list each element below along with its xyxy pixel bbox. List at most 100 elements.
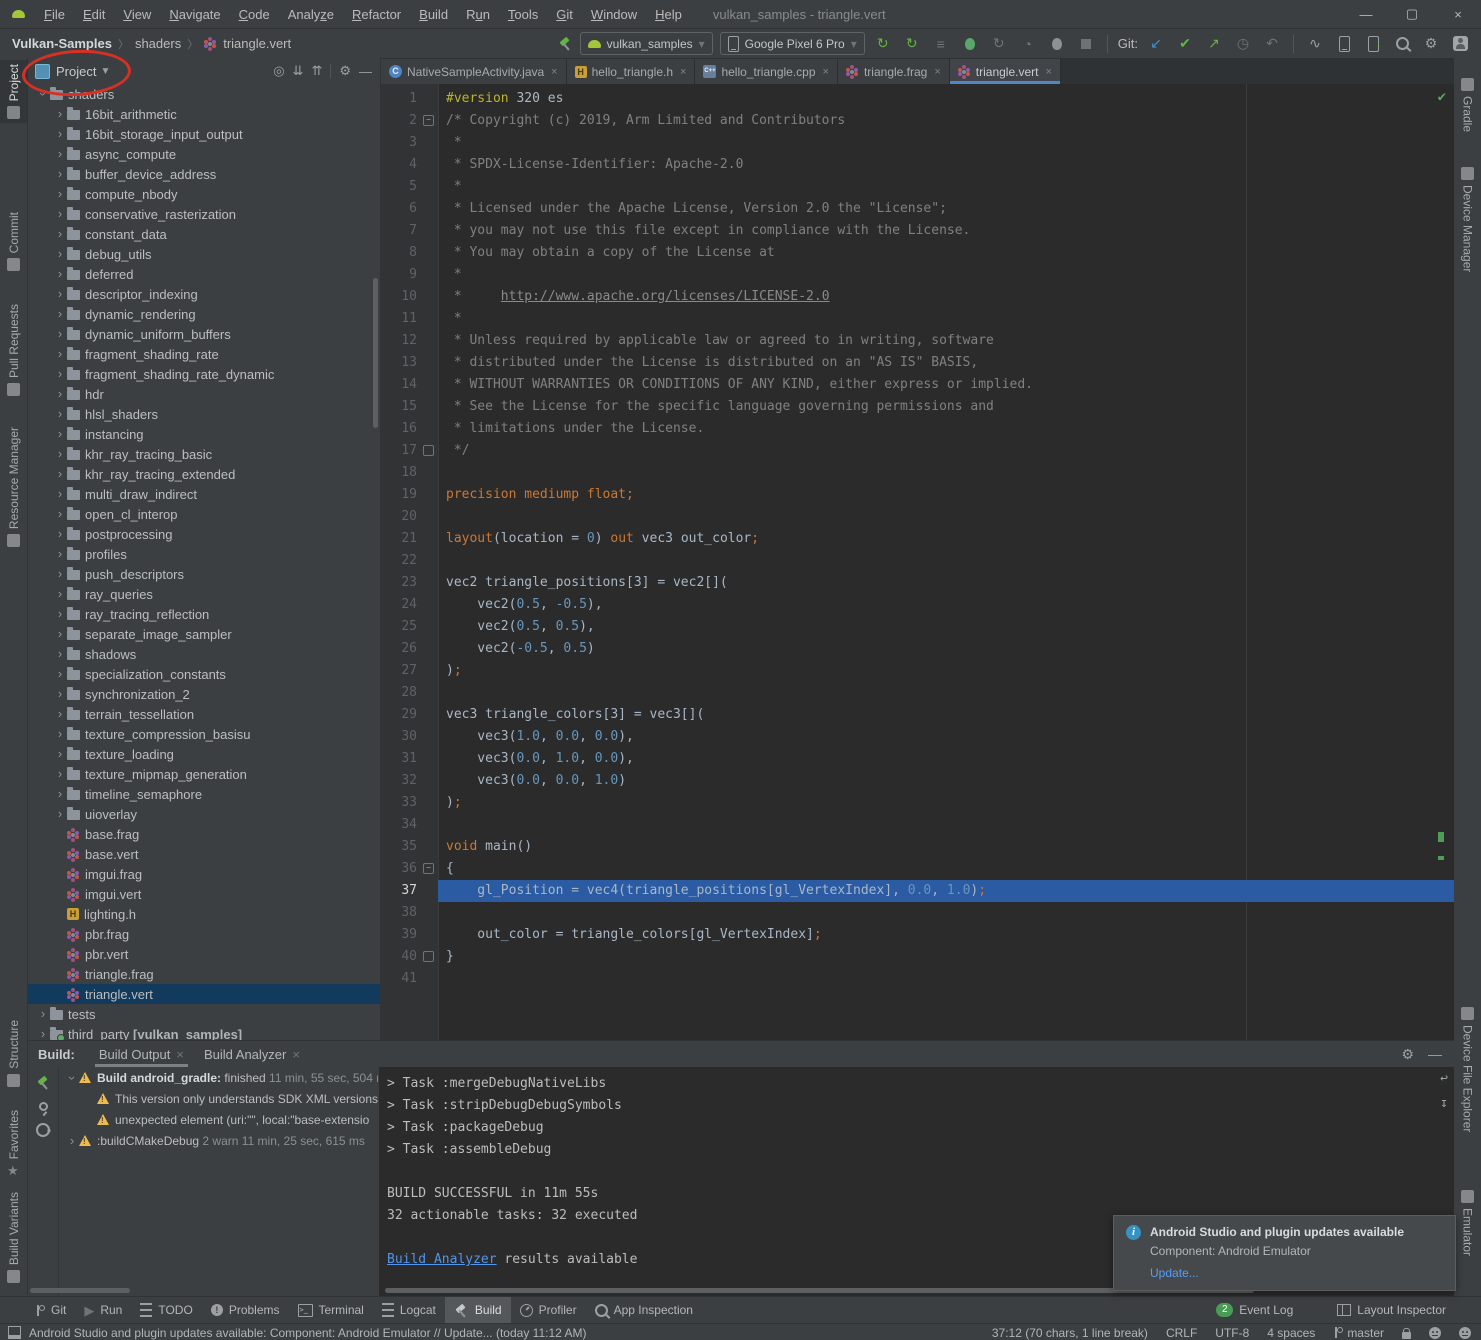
- settings-gear-icon[interactable]: ⚙: [1420, 33, 1442, 55]
- toolwindow-button-build[interactable]: Build: [445, 1297, 511, 1323]
- tree-item-triangle.vert[interactable]: triangle.vert: [28, 984, 380, 1004]
- toolwindow-button-git[interactable]: Git: [26, 1297, 75, 1323]
- tree-item-shaders[interactable]: ›shaders: [28, 84, 380, 104]
- chevron-collapsed-icon[interactable]: ›: [53, 347, 67, 361]
- tree-item-pbr.frag[interactable]: pbr.frag: [28, 924, 380, 944]
- tool-window-toggle-icon[interactable]: [8, 1326, 21, 1339]
- tree-item-texture_loading[interactable]: ›texture_loading: [28, 744, 380, 764]
- chevron-collapsed-icon[interactable]: ›: [53, 427, 67, 441]
- build-tree-horizontal-scrollbar[interactable]: [30, 1288, 130, 1293]
- menu-window[interactable]: Window: [582, 5, 646, 24]
- tree-vertical-scrollbar[interactable]: [373, 278, 378, 428]
- scrollbar-change-mark[interactable]: [1438, 856, 1444, 860]
- menu-view[interactable]: View: [114, 5, 160, 24]
- close-button[interactable]: ×: [1435, 0, 1481, 28]
- push-icon[interactable]: ↗: [1203, 33, 1225, 55]
- tree-item-khr_ray_tracing_extended[interactable]: ›khr_ray_tracing_extended: [28, 464, 380, 484]
- tree-item-constant_data[interactable]: ›constant_data: [28, 224, 380, 244]
- tree-item-third_party[interactable]: ›third_party [vulkan_samples]: [28, 1024, 380, 1040]
- stripe-item-project[interactable]: Project: [0, 60, 27, 123]
- close-tab-icon[interactable]: ×: [551, 66, 557, 78]
- sdk-download-icon[interactable]: [1362, 33, 1384, 55]
- build-tree-row[interactable]: This version only understands SDK XML ve…: [59, 1088, 378, 1109]
- code-with-me-icon[interactable]: [1429, 1327, 1441, 1339]
- tree-item-timeline_semaphore[interactable]: ›timeline_semaphore: [28, 784, 380, 804]
- menu-help[interactable]: Help: [646, 5, 691, 24]
- stripe-item-favorites[interactable]: Favorites★: [0, 1106, 27, 1181]
- maximize-button[interactable]: ▢: [1389, 0, 1435, 28]
- stripe-item-device-manager[interactable]: Device Manager: [1454, 163, 1481, 276]
- scroll-to-end-icon[interactable]: ↧: [1440, 1096, 1448, 1111]
- chevron-collapsed-icon[interactable]: ›: [36, 1007, 50, 1021]
- tree-item-lighting.h[interactable]: lighting.h: [28, 904, 380, 924]
- search-everywhere-icon[interactable]: [1391, 33, 1413, 55]
- chevron-collapsed-icon[interactable]: ›: [53, 147, 67, 161]
- tree-item-buffer_device_address[interactable]: ›buffer_device_address: [28, 164, 380, 184]
- build-tree-row[interactable]: ›:buildCMakeDebug 2 warn 11 min, 25 sec,…: [59, 1130, 378, 1151]
- tree-item-compute_nbody[interactable]: ›compute_nbody: [28, 184, 380, 204]
- notification-update-link[interactable]: Update...: [1150, 1266, 1199, 1280]
- hide-build-panel-icon[interactable]: ―: [1428, 1046, 1442, 1063]
- tree-item-base.vert[interactable]: base.vert: [28, 844, 380, 864]
- menu-git[interactable]: Git: [547, 5, 582, 24]
- tree-item-tests[interactable]: ›tests: [28, 1004, 380, 1024]
- tree-item-dynamic_rendering[interactable]: ›dynamic_rendering: [28, 304, 380, 324]
- file-encoding[interactable]: UTF-8: [1215, 1326, 1249, 1340]
- hide-panel-icon[interactable]: ―: [359, 64, 372, 79]
- git-branch-widget[interactable]: master: [1333, 1326, 1384, 1340]
- chevron-collapsed-icon[interactable]: ›: [53, 327, 67, 341]
- tree-item-descriptor_indexing[interactable]: ›descriptor_indexing: [28, 284, 380, 304]
- menu-navigate[interactable]: Navigate: [160, 5, 229, 24]
- tree-item-texture_mipmap_generation[interactable]: ›texture_mipmap_generation: [28, 764, 380, 784]
- tree-item-hdr[interactable]: ›hdr: [28, 384, 380, 404]
- editor-tab-hello_triangle.cpp[interactable]: hello_triangle.cpp×: [695, 59, 838, 84]
- close-tab-icon[interactable]: ×: [934, 66, 940, 78]
- chevron-collapsed-icon[interactable]: ›: [65, 1134, 79, 1148]
- tree-item-dynamic_uniform_buffers[interactable]: ›dynamic_uniform_buffers: [28, 324, 380, 344]
- scrollbar-change-mark[interactable]: [1438, 832, 1444, 842]
- chevron-collapsed-icon[interactable]: ›: [53, 707, 67, 721]
- toolwindow-button-profiler[interactable]: Profiler: [511, 1297, 586, 1323]
- chevron-collapsed-icon[interactable]: ›: [53, 667, 67, 681]
- chevron-collapsed-icon[interactable]: ›: [53, 627, 67, 641]
- chevron-collapsed-icon[interactable]: ›: [53, 107, 67, 121]
- status-message[interactable]: Android Studio and plugin updates availa…: [29, 1326, 586, 1340]
- menu-code[interactable]: Code: [230, 5, 279, 24]
- chevron-expanded-icon[interactable]: ›: [36, 87, 50, 101]
- tree-item-imgui.vert[interactable]: imgui.vert: [28, 884, 380, 904]
- indent-setting[interactable]: 4 spaces: [1267, 1326, 1315, 1340]
- build-hammer-icon[interactable]: [558, 36, 573, 51]
- toolwindow-button-logcat[interactable]: Logcat: [373, 1297, 445, 1323]
- rerun-build-icon[interactable]: [36, 1075, 51, 1090]
- chevron-collapsed-icon[interactable]: ›: [53, 567, 67, 581]
- lock-icon[interactable]: [1402, 1332, 1411, 1339]
- tree-item-postprocessing[interactable]: ›postprocessing: [28, 524, 380, 544]
- chevron-collapsed-icon[interactable]: ›: [53, 727, 67, 741]
- profile-icon[interactable]: ↻: [988, 33, 1010, 55]
- breadcrumb-item[interactable]: triangle.vert: [223, 36, 291, 51]
- tree-item-multi_draw_indirect[interactable]: ›multi_draw_indirect: [28, 484, 380, 504]
- fold-start-icon[interactable]: −: [423, 115, 434, 126]
- chevron-collapsed-icon[interactable]: ›: [53, 307, 67, 321]
- toolwindow-button-todo[interactable]: TODO: [131, 1297, 201, 1323]
- collapse-all-icon[interactable]: ⇈: [311, 63, 322, 79]
- chevron-down-icon[interactable]: ▼: [100, 66, 110, 77]
- menu-edit[interactable]: Edit: [74, 5, 114, 24]
- pair-devices-icon[interactable]: ∿: [1304, 33, 1326, 55]
- chevron-collapsed-icon[interactable]: ›: [53, 807, 67, 821]
- chevron-collapsed-icon[interactable]: ›: [53, 247, 67, 261]
- close-tab-icon[interactable]: ×: [292, 1047, 300, 1062]
- tree-item-fragment_shading_rate[interactable]: ›fragment_shading_rate: [28, 344, 380, 364]
- build-analyzer-link[interactable]: Build Analyzer: [387, 1252, 497, 1267]
- tree-item-base.frag[interactable]: base.frag: [28, 824, 380, 844]
- tree-item-separate_image_sampler[interactable]: ›separate_image_sampler: [28, 624, 380, 644]
- pin-icon[interactable]: [39, 1102, 48, 1111]
- editor-tab-triangle.frag[interactable]: triangle.frag×: [838, 59, 950, 84]
- debug-icon[interactable]: [959, 33, 981, 55]
- tree-item-synchronization_2[interactable]: ›synchronization_2: [28, 684, 380, 704]
- tree-item-shadows[interactable]: ›shadows: [28, 644, 380, 664]
- close-tab-icon[interactable]: ×: [823, 66, 829, 78]
- tree-item-texture_compression_basisu[interactable]: ›texture_compression_basisu: [28, 724, 380, 744]
- stripe-item-build-variants[interactable]: Build Variants: [0, 1188, 27, 1287]
- tree-item-imgui.frag[interactable]: imgui.frag: [28, 864, 380, 884]
